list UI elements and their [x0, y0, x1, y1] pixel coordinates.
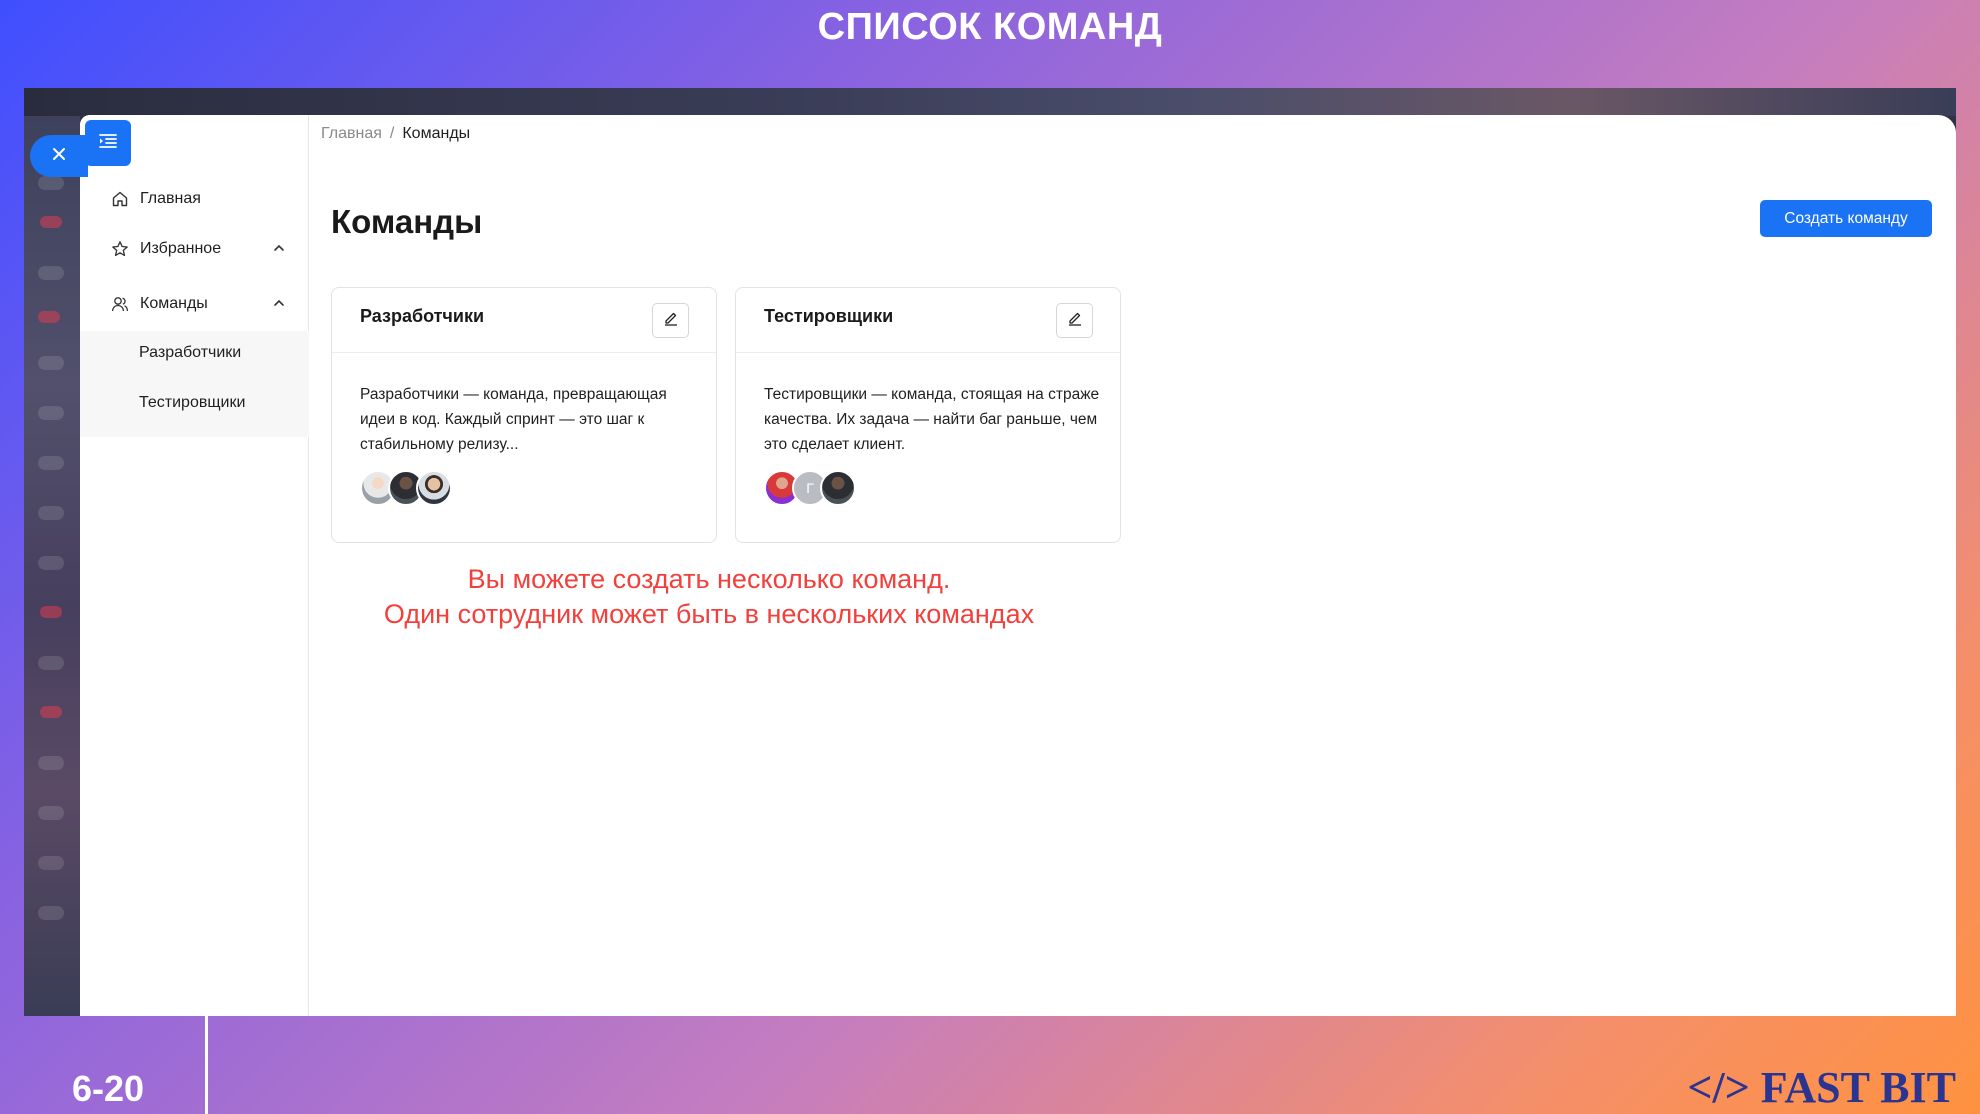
team-description: Разработчики — команда, превращающая иде… [360, 386, 667, 453]
breadcrumb-current: Команды [402, 125, 471, 142]
menu-collapse-icon [98, 132, 118, 155]
breadcrumb: Главная / Команды [321, 125, 470, 143]
team-card-testers[interactable]: Тестировщики Тестировщики — команда, сто… [735, 287, 1121, 543]
app-window: Главная Избранное Команды Разработчики Т… [80, 115, 1956, 1016]
screenshot-frame: Главная Избранное Команды Разработчики Т… [24, 88, 1956, 1016]
edit-icon [663, 310, 679, 331]
create-team-button[interactable]: Создать команду [1760, 200, 1932, 237]
footer-divider [205, 1016, 208, 1114]
annotation-line: Вы можете создать несколько команд. [467, 564, 951, 594]
chevron-up-icon [273, 296, 285, 314]
sidebar-item-teams[interactable]: Команды [80, 282, 309, 326]
team-name: Тестировщики [764, 306, 894, 326]
slide-number: 6-20 [72, 1068, 145, 1109]
brand-logo: </> FAST BIT [1687, 1063, 1956, 1112]
frame-top-strip [24, 88, 1956, 116]
sidebar-subitem-testers[interactable]: Тестировщики [80, 381, 309, 425]
slide-title: СПИСОК КОМАНД [817, 6, 1163, 48]
sidebar-item-home[interactable]: Главная [80, 177, 309, 221]
team-name: Разработчики [360, 306, 485, 326]
sidebar: Главная Избранное Команды Разработчики Т… [80, 115, 309, 1016]
main-content: Главная / Команды Команды Создать команд… [309, 115, 1956, 1016]
sidebar-item-label: Главная [140, 190, 201, 207]
sidebar-toggle-button[interactable] [85, 120, 131, 166]
sidebar-subitem-label: Разработчики [139, 344, 242, 361]
close-button[interactable] [30, 135, 88, 177]
team-description: Тестировщики — команда, стоящая на страж… [764, 386, 1100, 453]
team-icon [110, 294, 130, 314]
teams-submenu: Разработчики Тестировщики [80, 331, 309, 437]
chevron-up-icon [273, 241, 285, 259]
edit-icon [1067, 310, 1083, 331]
sidebar-subitem-label: Тестировщики [139, 394, 246, 411]
card-header: Разработчики [332, 288, 716, 353]
background-blur-strip [24, 116, 80, 1016]
sidebar-item-favorites[interactable]: Избранное [80, 227, 309, 271]
team-members [360, 470, 452, 506]
breadcrumb-separator: / [389, 125, 395, 142]
avatar[interactable] [820, 470, 856, 506]
breadcrumb-home-link[interactable]: Главная [321, 125, 382, 143]
sidebar-item-label: Команды [140, 295, 208, 312]
team-card-developers[interactable]: Разработчики Разработчики — команда, пре… [331, 287, 717, 543]
sidebar-item-label: Избранное [140, 240, 222, 257]
annotation-text: Вы можете создать несколько команд. Один… [309, 562, 1109, 632]
team-members: Г [764, 470, 856, 506]
sidebar-subitem-developers[interactable]: Разработчики [80, 331, 309, 375]
star-icon [110, 239, 130, 259]
avatar[interactable] [416, 470, 452, 506]
home-icon [110, 189, 130, 209]
close-icon [51, 146, 67, 167]
card-header: Тестировщики [736, 288, 1120, 353]
page-title: Команды [331, 203, 483, 240]
annotation-line: Один сотрудник может быть в нескольких к… [383, 599, 1035, 629]
edit-team-button[interactable] [652, 303, 689, 338]
edit-team-button[interactable] [1056, 303, 1093, 338]
